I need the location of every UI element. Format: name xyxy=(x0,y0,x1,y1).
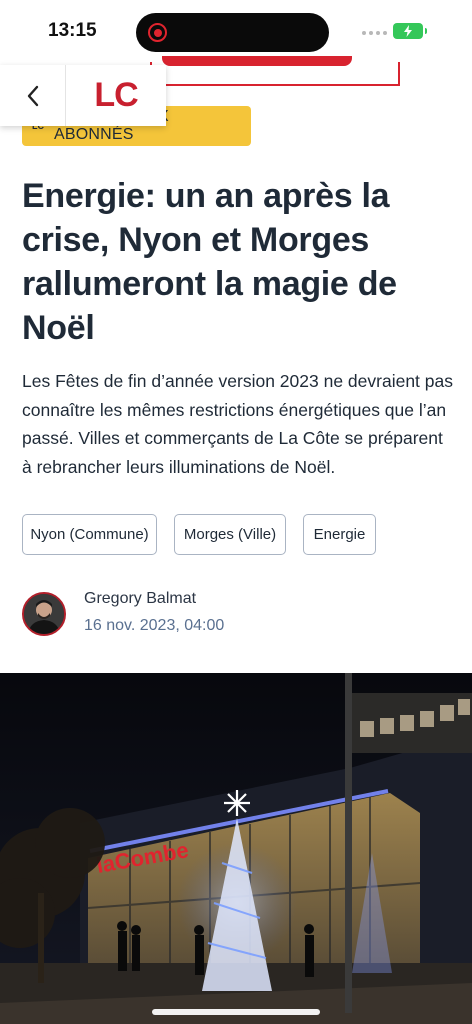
back-button[interactable] xyxy=(0,65,66,126)
tag-nyon[interactable]: Nyon (Commune) xyxy=(22,514,157,555)
recording-icon xyxy=(148,23,167,42)
article-title: Energie: un an après la crise, Nyon et M… xyxy=(22,177,397,347)
status-time: 13:15 xyxy=(48,20,97,41)
article-lead: Les Fêtes de fin d’année version 2023 ne… xyxy=(22,371,453,477)
battery-charging-icon xyxy=(393,23,427,39)
cellular-signal-icon xyxy=(362,31,387,35)
author-avatar[interactable] xyxy=(22,592,66,636)
chevron-left-icon xyxy=(27,85,38,106)
hero-image[interactable]: laCombe xyxy=(0,673,472,1024)
home-indicator[interactable] xyxy=(152,1009,320,1015)
status-bar: 13:15 xyxy=(0,0,472,62)
floating-header: LC xyxy=(0,65,166,126)
tag-list: Nyon (Commune) Morges (Ville) Energie xyxy=(22,514,376,555)
dynamic-island xyxy=(136,13,329,52)
tag-energie[interactable]: Energie xyxy=(303,514,376,555)
publish-date: 16 nov. 2023, 04:00 xyxy=(84,617,225,634)
logo-text: LC xyxy=(94,76,138,114)
peek-banner xyxy=(150,56,400,86)
tag-morges[interactable]: Morges (Ville) xyxy=(174,514,286,555)
author-name[interactable]: Gregory Balmat xyxy=(84,590,196,608)
site-logo[interactable]: LC xyxy=(66,76,166,115)
